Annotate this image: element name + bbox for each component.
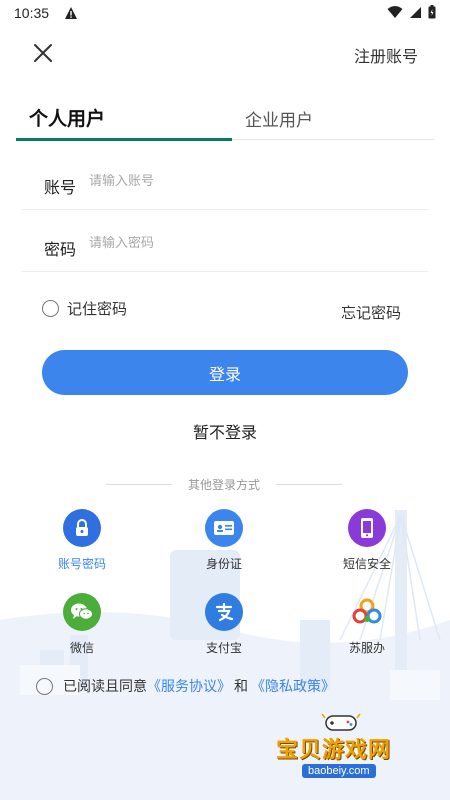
method-label: 苏服办 bbox=[348, 641, 385, 655]
status-bar: 10:35 bbox=[0, 0, 450, 26]
agreement-conjunction: 和 bbox=[234, 679, 248, 695]
register-account-link[interactable]: 注册账号 bbox=[354, 43, 418, 67]
password-label: 密码 bbox=[44, 240, 77, 259]
account-label: 账号 bbox=[44, 178, 77, 197]
remember-password-label: 记住密码 bbox=[67, 300, 128, 318]
close-icon[interactable] bbox=[30, 40, 56, 66]
gamepad-icon bbox=[321, 713, 361, 731]
status-icons bbox=[387, 5, 436, 19]
privacy-policy-link[interactable]: 《隐私政策》 bbox=[251, 676, 335, 696]
battery-icon bbox=[428, 5, 436, 19]
login-method-alipay[interactable]: 支付宝 bbox=[179, 593, 269, 656]
forgot-password-link[interactable]: 忘记密码 bbox=[341, 302, 401, 323]
alipay-icon bbox=[205, 593, 243, 631]
login-button[interactable]: 登录 bbox=[42, 350, 408, 395]
method-label: 短信安全 bbox=[342, 557, 391, 571]
other-login-divider: 其他登录方式 bbox=[106, 476, 343, 492]
password-field: 密码 bbox=[22, 222, 428, 272]
login-method-sms[interactable]: 短信安全 bbox=[322, 509, 412, 572]
password-input[interactable] bbox=[89, 236, 389, 251]
sufuban-icon bbox=[348, 593, 386, 631]
login-method-sufuban[interactable]: 苏服办 bbox=[322, 593, 412, 656]
service-agreement-link[interactable]: 《服务协议》 bbox=[147, 676, 231, 696]
watermark-title: 宝贝游戏网 bbox=[276, 738, 392, 763]
watermark: 宝贝游戏网 baobeiy.com bbox=[262, 712, 432, 790]
tab-personal-user[interactable]: 个人用户 bbox=[29, 104, 105, 131]
method-label: 账号密码 bbox=[57, 557, 106, 571]
divider-line-right bbox=[276, 483, 343, 485]
watermark-url: baobeiy.com bbox=[302, 764, 376, 778]
wechat-icon bbox=[63, 593, 101, 631]
login-method-account-password[interactable]: 账号密码 bbox=[37, 509, 127, 572]
account-field: 账号 bbox=[22, 160, 428, 210]
method-label: 支付宝 bbox=[205, 641, 242, 655]
lock-icon bbox=[63, 509, 101, 547]
account-input[interactable] bbox=[89, 174, 389, 189]
active-tab-indicator bbox=[16, 138, 232, 141]
method-label: 微信 bbox=[69, 641, 94, 655]
other-login-title: 其他登录方式 bbox=[188, 477, 261, 492]
agreement-radio[interactable] bbox=[36, 677, 53, 695]
divider-line-left bbox=[106, 483, 172, 485]
agreement-prefix: 已阅读且同意 bbox=[63, 679, 147, 695]
warning-icon bbox=[65, 7, 77, 19]
wifi-icon bbox=[387, 6, 403, 18]
method-label: 身份证 bbox=[205, 557, 242, 571]
phone-icon bbox=[348, 509, 386, 547]
remember-password-toggle[interactable]: 记住密码 bbox=[42, 298, 127, 319]
agreement-row: 已阅读且同意 《服务协议》 和 《隐私政策》 bbox=[36, 676, 335, 696]
user-type-tabs: 个人用户 企业用户 bbox=[16, 94, 434, 141]
login-method-wechat[interactable]: 微信 bbox=[37, 593, 127, 656]
login-method-id-card[interactable]: 身份证 bbox=[179, 509, 269, 572]
status-time: 10:35 bbox=[14, 5, 50, 21]
remember-radio[interactable] bbox=[42, 300, 59, 317]
signal-icon bbox=[410, 6, 421, 18]
id-card-icon bbox=[205, 509, 243, 547]
skip-login-button[interactable]: 暂不登录 bbox=[0, 419, 450, 443]
tab-enterprise-user[interactable]: 企业用户 bbox=[245, 106, 313, 131]
